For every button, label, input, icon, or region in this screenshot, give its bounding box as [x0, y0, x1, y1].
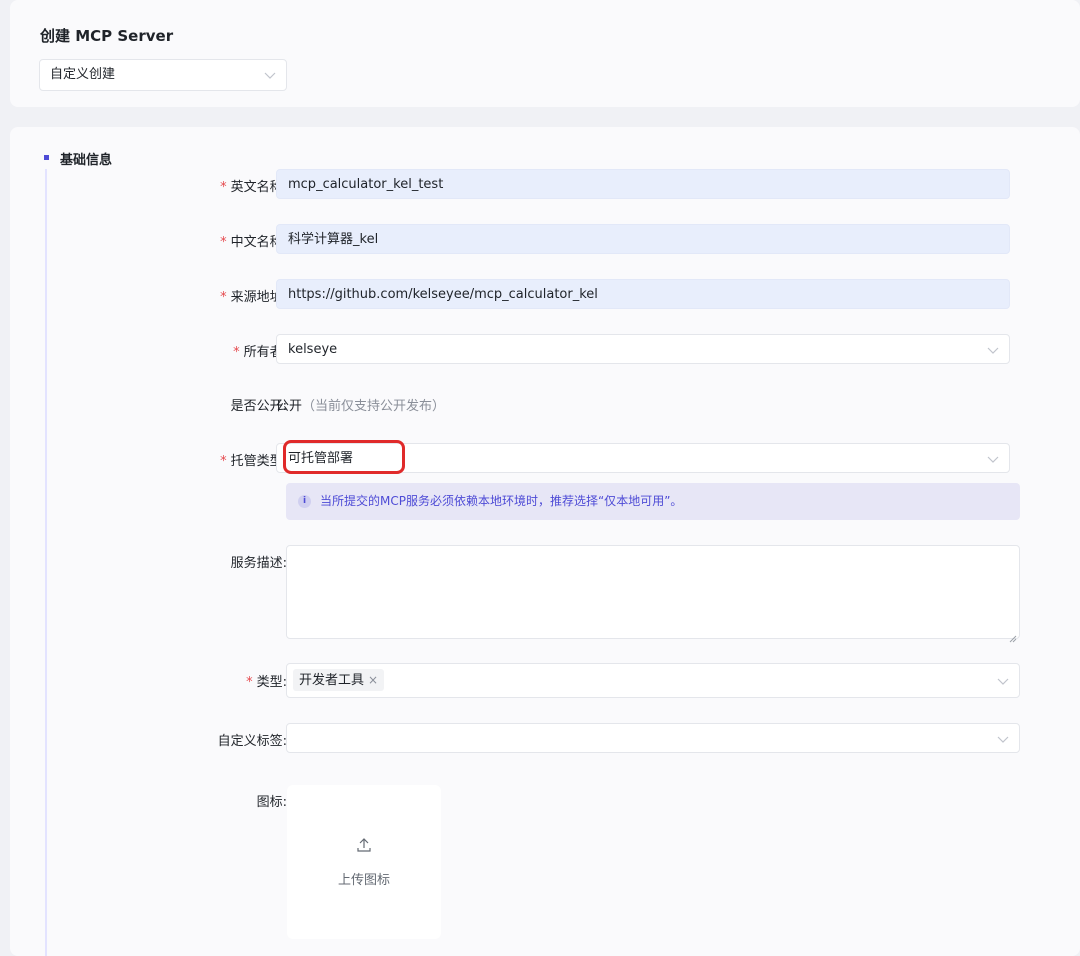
- chevron-down-icon: [264, 70, 276, 80]
- source-url-input[interactable]: https://github.com/kelseyee/mcp_calculat…: [276, 279, 1010, 309]
- icon-label: 图标:: [256, 795, 287, 810]
- description-textarea[interactable]: [286, 545, 1020, 643]
- owner-select[interactable]: kelseye: [276, 334, 1010, 364]
- custom-tags-select[interactable]: [286, 723, 1020, 753]
- category-select[interactable]: 开发者工具 ×: [286, 663, 1020, 698]
- upload-label: 上传图标: [337, 873, 390, 888]
- chinese-name-input[interactable]: 科学计算器_kel: [276, 224, 1010, 254]
- page-title: 创建 MCP Server: [40, 27, 174, 45]
- annotation-highlight: [283, 440, 405, 474]
- creation-mode-select[interactable]: 自定义创建: [39, 59, 287, 91]
- chevron-down-icon: [987, 345, 999, 355]
- chevron-down-icon: [987, 454, 999, 464]
- chevron-down-icon: [997, 734, 1009, 744]
- english-name-input[interactable]: mcp_calculator_kel_test: [276, 169, 1010, 199]
- public-value: 公开（当前仅支持公开发布）: [276, 399, 446, 414]
- section-timeline-line: [45, 169, 47, 956]
- category-label: * 类型:: [246, 675, 287, 690]
- icon-upload-button[interactable]: 上传图标: [287, 785, 441, 939]
- section-bullet: [44, 155, 49, 160]
- owner-value: kelseye: [288, 342, 338, 357]
- chevron-down-icon: [997, 676, 1009, 686]
- resize-grip-icon[interactable]: [1009, 628, 1017, 643]
- description-label: 服务描述:: [230, 556, 287, 571]
- upload-icon: [356, 837, 372, 853]
- public-note: （当前仅支持公开发布）: [302, 399, 446, 414]
- hosting-type-hint-text: 当所提交的MCP服务必须依赖本地环境时，推荐选择“仅本地可用”。: [320, 494, 683, 508]
- section-title: 基础信息: [60, 153, 113, 168]
- close-icon[interactable]: ×: [368, 673, 378, 687]
- custom-tags-label: 自定义标签:: [217, 734, 287, 749]
- info-icon: i: [298, 495, 311, 508]
- creation-mode-value: 自定义创建: [50, 67, 116, 82]
- hosting-type-hint: i 当所提交的MCP服务必须依赖本地环境时，推荐选择“仅本地可用”。: [286, 483, 1020, 520]
- category-tag: 开发者工具 ×: [293, 669, 385, 691]
